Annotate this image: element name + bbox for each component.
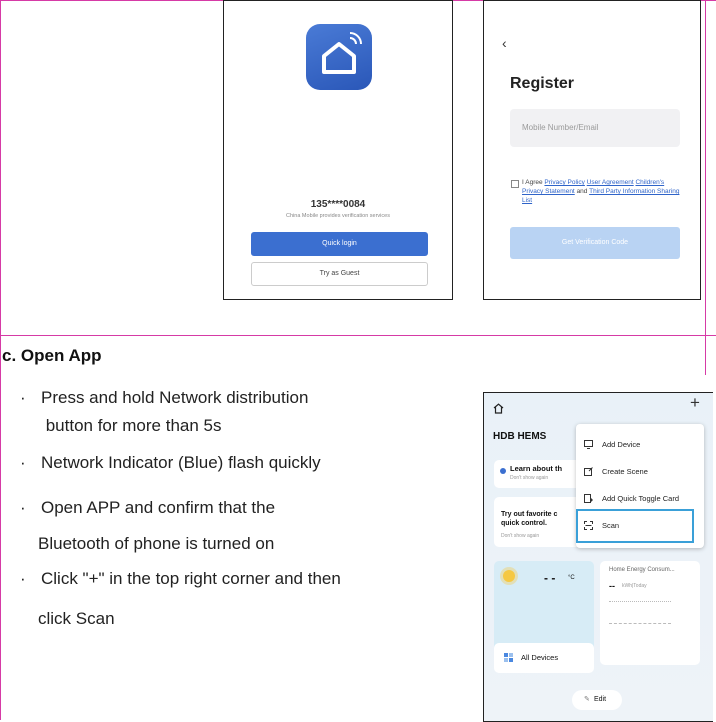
- plus-icon[interactable]: +: [690, 393, 700, 413]
- bullet-1-line-2: button for more than 5s: [41, 416, 222, 435]
- tryout-sub[interactable]: Don't show again: [501, 533, 539, 539]
- frame-left-line: [0, 0, 1, 720]
- create-scene-icon: [584, 467, 593, 476]
- quick-toggle-icon: [584, 494, 593, 503]
- pencil-icon: ✎: [584, 696, 590, 703]
- energy-divider: [609, 601, 671, 602]
- privacy-policy-link[interactable]: Privacy Policy: [544, 179, 584, 186]
- menu-label-add-device: Add Device: [602, 440, 641, 449]
- scan-highlight-box: [576, 509, 694, 543]
- agree-and: and: [576, 188, 588, 195]
- back-chevron-icon[interactable]: ‹: [502, 35, 507, 51]
- menu-label-quick-toggle: Add Quick Toggle Card: [602, 494, 679, 503]
- frame-mid-line: [0, 335, 716, 336]
- sun-icon: [503, 570, 515, 582]
- menu-item-create-scene[interactable]: Create Scene: [576, 459, 704, 485]
- energy-chart-line: [609, 623, 671, 624]
- home-name[interactable]: HDB HEMS: [493, 431, 546, 442]
- energy-value: --: [609, 581, 615, 591]
- register-title: Register: [510, 75, 575, 92]
- all-devices-label: All Devices: [521, 653, 559, 662]
- add-device-icon: [584, 440, 593, 449]
- bullet-4-line-2: click Scan: [38, 609, 115, 628]
- smart-home-app-icon: [306, 24, 372, 90]
- learn-sub[interactable]: Don't show again: [510, 475, 548, 481]
- devices-grid-icon: [504, 653, 514, 663]
- agreement-text: I Agree Privacy Policy User Agreement Ch…: [522, 178, 682, 205]
- bullet-3-line-2: Bluetooth of phone is turned on: [38, 534, 275, 553]
- agree-checkbox[interactable]: [511, 180, 519, 188]
- login-screen: 135****0084 China Mobile provides verifi…: [223, 0, 453, 300]
- frame-right-line: [705, 0, 706, 375]
- masked-phone-number: 135****0084: [310, 199, 366, 210]
- bullet-marker: ·: [20, 498, 26, 517]
- add-menu: Add Device Create Scene Add Quick Toggle…: [576, 424, 704, 548]
- edit-button[interactable]: ✎ Edit: [572, 690, 622, 710]
- tryout-title-2: quick control.: [501, 520, 547, 527]
- learn-title: Learn about th: [510, 464, 563, 473]
- bullet-marker: ·: [20, 569, 26, 588]
- weather-unit: °C: [568, 575, 575, 581]
- energy-card[interactable]: Home Energy Consum... -- kWh|Today: [600, 561, 700, 665]
- carrier-note: China Mobile provides verification servi…: [286, 213, 390, 219]
- menu-item-add-device[interactable]: Add Device: [576, 432, 704, 458]
- energy-unit: kWh|Today: [622, 583, 647, 589]
- menu-label-create-scene: Create Scene: [602, 467, 648, 476]
- bullet-1-line-1: Press and hold Network distribution: [41, 388, 309, 407]
- bullet-2-line-1: Network Indicator (Blue) flash quickly: [41, 453, 321, 472]
- all-devices-card[interactable]: All Devices: [494, 643, 594, 673]
- mobile-email-input[interactable]: Mobile Number/Email: [510, 109, 680, 147]
- user-agreement-link[interactable]: User Agreement: [587, 179, 634, 186]
- try-as-guest-button[interactable]: Try as Guest: [251, 262, 428, 286]
- home-icon[interactable]: [493, 401, 504, 419]
- bullet-4-line-1: Click "+" in the top right corner and th…: [41, 569, 341, 588]
- home-screen: + HDB HEMS Learn about th Don't show aga…: [483, 392, 713, 722]
- weather-value: - -: [544, 571, 556, 585]
- bullet-marker: ·: [20, 388, 26, 407]
- location-pin-icon: [500, 468, 506, 474]
- get-verification-code-button[interactable]: Get Verification Code: [510, 227, 680, 259]
- section-heading: c. Open App: [2, 346, 102, 365]
- bullet-marker: ·: [20, 453, 26, 472]
- register-screen: ‹ Register Mobile Number/Email I Agree P…: [483, 0, 701, 300]
- energy-title: Home Energy Consum...: [609, 567, 675, 573]
- bullet-3-line-1: Open APP and confirm that the: [41, 498, 276, 517]
- tryout-title-1: Try out favorite c: [501, 511, 558, 518]
- agree-prefix: I Agree: [522, 179, 543, 186]
- edit-label: Edit: [594, 696, 607, 703]
- quick-login-button[interactable]: Quick login: [251, 232, 428, 256]
